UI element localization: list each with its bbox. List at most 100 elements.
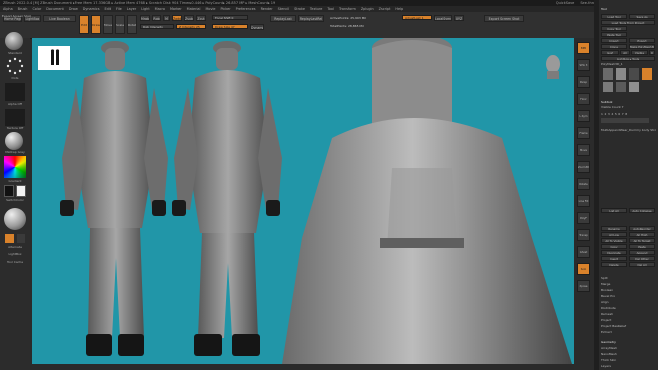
shelf-move-button[interactable]: Move (577, 144, 590, 156)
load-tools-from-project-button[interactable]: Load Tools From Project (601, 20, 655, 25)
draw-size-slider[interactable]: Draw Size 47 (212, 24, 248, 29)
live-boolean-button[interactable]: Live Boolean (43, 15, 76, 22)
dots-stroke-icon[interactable] (6, 57, 24, 75)
all-to-target-button[interactable]: All To Target (629, 238, 655, 243)
shelf-transp-button[interactable]: Transp (577, 229, 590, 241)
subtool-header[interactable]: Subtool (601, 100, 656, 105)
z-intensity-slider[interactable]: Z Intensity 25 (176, 24, 206, 29)
edit-button[interactable]: Edit (79, 15, 89, 34)
delete-button[interactable]: Delete (601, 262, 627, 267)
subtool-list-item[interactable] (601, 118, 649, 123)
del-other-button[interactable]: Del Other (629, 256, 655, 261)
all-low-button[interactable]: All Low (601, 232, 627, 237)
focal-shift-slider[interactable]: Focal Shift 0 (212, 15, 248, 20)
make-polymesh-button[interactable]: Make PolyMesh3D (629, 44, 655, 49)
layers-section[interactable]: Layers (601, 364, 656, 369)
shelf-zoom3d-button[interactable]: Zoom3D (577, 161, 590, 173)
shelf-xpose-button[interactable]: Xpose (577, 280, 590, 292)
duplicate-button[interactable]: Duplicate (601, 250, 627, 255)
alpha-off-icon[interactable] (5, 83, 25, 101)
navigation-head-icon[interactable] (546, 55, 560, 79)
insert-button[interactable]: Insert (601, 256, 627, 261)
all-high-button[interactable]: All High (629, 232, 655, 237)
import-button[interactable]: Import (601, 38, 627, 43)
goz-button[interactable]: GoZ (601, 50, 619, 55)
switch-color-label[interactable]: SwitchColor (3, 198, 27, 202)
list-all-button[interactable]: List All (601, 208, 627, 213)
shelf-spix-3-button[interactable]: SPix 3 (577, 59, 590, 71)
mrgb-button[interactable]: Mrgb (140, 15, 150, 21)
boolean-section[interactable]: Boolean (601, 288, 656, 293)
secondary-color-swatch[interactable] (16, 185, 26, 197)
texture-off-icon[interactable] (5, 109, 25, 126)
scale-button[interactable]: Scale (115, 15, 125, 34)
shelf-line-fill-button[interactable]: Line Fill (577, 195, 590, 207)
tool-thumbnail-1[interactable] (603, 68, 613, 80)
canvas-viewport[interactable] (32, 38, 574, 364)
tool-thumbnail-3[interactable] (629, 68, 639, 80)
move-button[interactable]: Move (103, 15, 113, 34)
tool-thumbnail-7[interactable] (629, 82, 639, 92)
symmetry-xyz-button[interactable]: XYZ (454, 15, 464, 21)
lightbox-tools-button[interactable]: Lightbox ▸ Tools (601, 56, 655, 61)
load-tool-button[interactable]: Load Tool (601, 14, 627, 19)
material-sphere-icon[interactable] (4, 208, 26, 230)
draw-button[interactable]: Draw (91, 15, 101, 34)
rotate-button[interactable]: Rotate (127, 15, 137, 34)
project-basrelief-section[interactable]: Project BasRelief (601, 324, 656, 329)
shelf-floor-button[interactable]: Floor (577, 93, 590, 105)
tool-thumbnail-6[interactable] (616, 82, 626, 92)
shelf-solo-button[interactable]: Solo (577, 263, 590, 275)
local-symmetry-button[interactable]: LocalSymmetry (434, 15, 452, 21)
export-button[interactable]: Export (629, 38, 655, 43)
tool-thumbnail-4[interactable] (642, 68, 652, 80)
save-as-button[interactable]: Save As (629, 14, 655, 19)
rgb-intensity-slider[interactable]: Rgb Intensity (140, 24, 174, 29)
replay-last-button[interactable]: ReplayLast (270, 15, 296, 22)
remesh-section[interactable]: Remesh (601, 312, 656, 317)
matcap-gray-icon[interactable] (5, 132, 23, 150)
m-button[interactable]: M (163, 15, 170, 21)
export-screenshot-button[interactable]: Export Screen Shot (484, 15, 524, 22)
append-button[interactable]: Append (629, 250, 655, 255)
shelf-ghost-button[interactable]: Ghost (577, 246, 590, 258)
zcut-button[interactable]: Zcut (196, 15, 206, 21)
geometry-section[interactable]: Geometry (601, 340, 656, 345)
distribute-section[interactable]: Distribute (601, 306, 656, 311)
clone-button[interactable]: Clone (601, 44, 627, 49)
auto-collapse-button[interactable]: Auto Collapse (629, 208, 655, 213)
shelf-bpr-button[interactable]: BPR (577, 42, 590, 54)
zsub-button[interactable]: Zsub (184, 15, 194, 21)
shelf-rotate-button[interactable]: Rotate (577, 178, 590, 190)
paste-button[interactable]: Paste (629, 244, 655, 249)
rename-button[interactable]: Rename (601, 226, 627, 231)
nanomesh-section[interactable]: NanoMesh (601, 352, 656, 357)
shelf-l-sym-button[interactable]: L.Sym (577, 110, 590, 122)
standard-brush-icon[interactable] (5, 32, 23, 50)
all-to-visible-button[interactable]: All To Visible (601, 238, 627, 243)
all-button[interactable]: All (620, 50, 630, 55)
del-all-button[interactable]: Del All (629, 262, 655, 267)
shelf-persp-button[interactable]: Persp (577, 76, 590, 88)
bevel-pro-section[interactable]: Bevel Pro (601, 294, 656, 299)
replay-last-rel-button[interactable]: ReplayLastRel (298, 15, 324, 22)
lightbox-orange-icon[interactable] (5, 234, 14, 243)
adjust-last-slider[interactable]: AdjustLast 1 (402, 15, 432, 20)
auto-reorder-button[interactable]: AutoReorder (629, 226, 655, 231)
r-button[interactable]: R (649, 50, 655, 55)
main-color-swatch[interactable] (4, 185, 14, 197)
tool-thumbnail-5[interactable] (603, 82, 613, 92)
light-icon[interactable] (17, 234, 25, 243)
project-section[interactable]: Project (601, 318, 656, 323)
copy-tool-button[interactable]: Copy Tool (601, 26, 627, 31)
zadd-button[interactable]: Zadd (172, 15, 182, 21)
copy-button[interactable]: Copy (601, 244, 627, 249)
multiappend-subtool[interactable]: MultiAppendWear_Dummy body Stroke (601, 128, 656, 133)
paste-tool-button[interactable]: Paste Tool (601, 32, 627, 37)
align-section[interactable]: Align (601, 300, 656, 305)
visible-button[interactable]: Visible (631, 50, 648, 55)
extract-section[interactable]: Extract (601, 330, 656, 335)
dynamic-button[interactable]: Dynamic (250, 24, 264, 30)
merge-section[interactable]: Merge (601, 282, 656, 287)
split-section[interactable]: Split (601, 276, 656, 281)
